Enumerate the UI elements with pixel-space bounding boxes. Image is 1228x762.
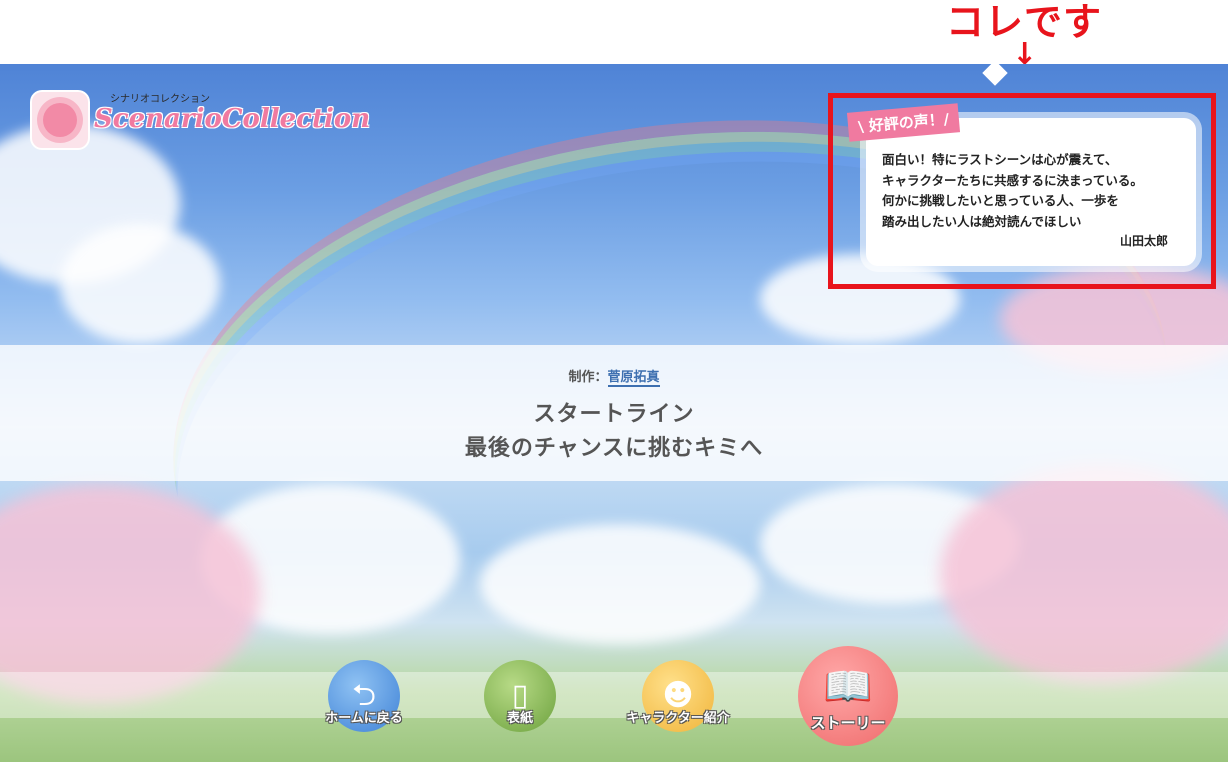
page-subtitle: 最後のチャンスに挑むキミへ	[464, 436, 764, 461]
credit: 制作：菅原拓真	[0, 366, 1228, 387]
flower-logo-icon	[30, 90, 90, 150]
characters-button-label: キャラクター紹介	[626, 711, 730, 726]
home-button-label: ホームに戻る	[325, 711, 403, 726]
logo-title: ScenarioCollection	[94, 104, 371, 134]
cloud	[480, 524, 760, 644]
logo-subtitle: シナリオコレクション	[110, 94, 210, 105]
annotation-highlight-frame	[828, 93, 1216, 289]
cover-button-label: 表紙	[506, 711, 533, 726]
open-book-icon: 📖	[823, 664, 873, 710]
page-title: スタートライン	[533, 402, 695, 427]
story-button-label: ストーリー	[810, 714, 886, 732]
author-link[interactable]: 菅原拓真	[607, 370, 660, 387]
cloud	[60, 224, 220, 344]
credit-label: 制作：	[568, 370, 608, 385]
